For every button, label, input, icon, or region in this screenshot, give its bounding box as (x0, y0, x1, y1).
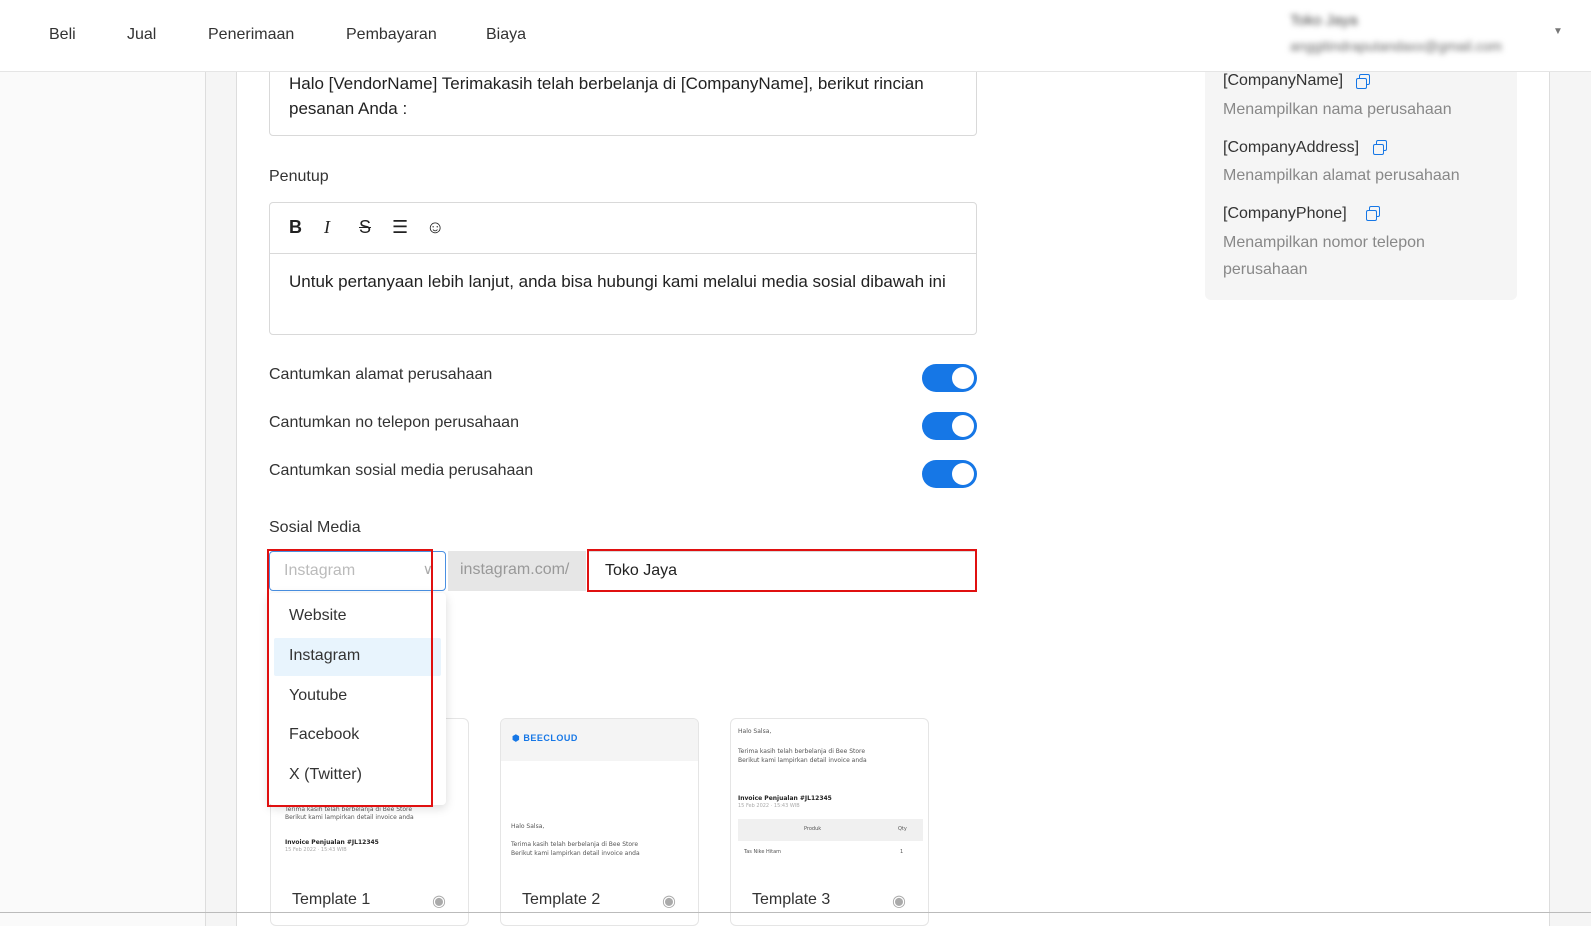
select-placeholder: Instagram (284, 562, 356, 579)
template-2-line: Halo Salsa, (511, 823, 545, 830)
template-3-line: Terima kasih telah berbelanja di Bee Sto… (738, 748, 866, 755)
content-gutter (206, 72, 237, 926)
template-3-line: Berikut kami lampirkan detail invoice an… (738, 757, 867, 764)
template-1-line: Terima kasih telah berbelanja di Bee Sto… (285, 806, 413, 813)
copy-icon[interactable] (1366, 206, 1380, 221)
template-1-name: Template 1 (292, 891, 371, 908)
template-3-invoice: Invoice Penjualan #JL12345 (738, 795, 832, 802)
toggle-knob (952, 415, 974, 437)
nav-beli[interactable]: Beli (49, 26, 76, 44)
url-prefix-addon: instagram.com/ (448, 551, 586, 591)
nav-biaya[interactable]: Biaya (486, 26, 526, 44)
template-1-date: 15 Feb 2022 · 15:43 WIB (285, 847, 347, 853)
social-handle-value: Toko Jaya (605, 562, 678, 579)
url-prefix: instagram.com/ (460, 561, 570, 578)
social-media-label: Sosial Media (269, 519, 361, 536)
toggle-knob (952, 367, 974, 389)
align-icon[interactable]: ☰ (392, 217, 408, 238)
template-card-3[interactable]: Halo Salsa, Terima kasih telah berbelanj… (730, 718, 929, 926)
bold-icon[interactable]: B (289, 217, 302, 238)
user-email[interactable]: anggitindraputandaxx@gmail.com (1290, 38, 1502, 54)
template-3-row-product: Tas Nike Hitam (744, 849, 782, 855)
template-1-line: Berikut kami lampirkan detail invoice an… (285, 814, 414, 821)
template-2-line: Berikut kami lampirkan detail invoice an… (511, 850, 640, 857)
eye-icon[interactable]: ◉ (892, 891, 906, 911)
toggle-label-address: Cantumkan alamat perusahaan (269, 366, 493, 383)
template-2-header: ⬢ BEECLOUD (501, 719, 698, 761)
copy-icon[interactable] (1373, 140, 1387, 155)
social-platform-select[interactable]: Instagram ∨ (269, 551, 446, 591)
toggle-address[interactable] (922, 364, 977, 392)
option-instagram[interactable]: Instagram (274, 638, 441, 676)
template-3-date: 15 Feb 2022 · 15:43 WIB (738, 803, 800, 809)
toggle-phone[interactable] (922, 412, 977, 440)
option-youtube[interactable]: Youtube (274, 678, 441, 716)
toolbar-divider (270, 253, 976, 254)
template-3-name: Template 3 (752, 891, 831, 908)
placeholder-desc: Menampilkan nama perusahaan (1223, 101, 1452, 118)
template-card-2[interactable]: ⬢ BEECLOUD Halo Salsa, Terima kasih tela… (500, 718, 699, 926)
option-x-twitter[interactable]: X (Twitter) (274, 757, 441, 795)
emoji-icon[interactable]: ☺ (426, 217, 444, 238)
toggle-label-phone: Cantumkan no telepon perusahaan (269, 414, 519, 431)
beecloud-logo: ⬢ BEECLOUD (512, 733, 578, 743)
option-website[interactable]: Website (274, 598, 441, 636)
eye-icon[interactable]: ◉ (432, 891, 446, 911)
toggle-label-social: Cantumkan sosial media perusahaan (269, 462, 534, 479)
placeholder-panel: [CompanyName] Menampilkan nama perusahaa… (1205, 72, 1517, 300)
template-1-invoice: Invoice Penjualan #JL12345 (285, 839, 379, 846)
social-platform-dropdown: Website Instagram Youtube Facebook X (Tw… (269, 593, 446, 805)
social-handle-input[interactable]: Toko Jaya (588, 551, 977, 591)
left-sidebar (0, 72, 206, 926)
opening-text[interactable]: Halo [VendorName] Terimakasih telah berb… (289, 71, 959, 121)
bottom-divider (0, 912, 1591, 913)
copy-icon[interactable] (1356, 74, 1370, 89)
toggle-social[interactable] (922, 460, 977, 488)
template-2-name: Template 2 (522, 891, 601, 908)
placeholder-key-company-phone: [CompanyPhone] (1223, 205, 1347, 222)
template-3-line: Halo Salsa, (738, 728, 772, 735)
top-navbar: Beli Jual Penerimaan Pembayaran Biaya To… (0, 0, 1591, 72)
template-2-line: Terima kasih telah berbelanja di Bee Sto… (511, 841, 639, 848)
closing-editor[interactable]: B I S ☰ ☺ Untuk pertanyaan lebih lanjut,… (269, 202, 977, 335)
option-facebook[interactable]: Facebook (274, 717, 441, 755)
placeholder-key-company-name: [CompanyName] (1223, 72, 1344, 89)
placeholder-key-company-address: [CompanyAddress] (1223, 139, 1360, 156)
nav-jual[interactable]: Jual (127, 26, 156, 44)
template-3-row-qty: 1 (900, 849, 904, 855)
closing-text[interactable]: Untuk pertanyaan lebih lanjut, anda bisa… (289, 269, 959, 294)
closing-label: Penutup (269, 168, 329, 185)
placeholder-desc: Menampilkan nomor telepon perusahaan (1223, 234, 1425, 278)
placeholder-desc: Menampilkan alamat perusahaan (1223, 167, 1460, 184)
strikethrough-icon[interactable]: S (359, 217, 371, 238)
user-name[interactable]: Toko Jaya (1290, 12, 1358, 29)
chevron-down-icon: ∨ (422, 561, 433, 577)
nav-pembayaran[interactable]: Pembayaran (346, 26, 437, 44)
nav-penerimaan[interactable]: Penerimaan (208, 26, 294, 44)
italic-icon[interactable]: I (324, 217, 330, 238)
eye-icon[interactable]: ◉ (662, 891, 676, 911)
toggle-knob (952, 463, 974, 485)
template-3-table-header: Produk Qty (738, 819, 923, 841)
chevron-down-icon[interactable]: ▼ (1553, 26, 1563, 37)
